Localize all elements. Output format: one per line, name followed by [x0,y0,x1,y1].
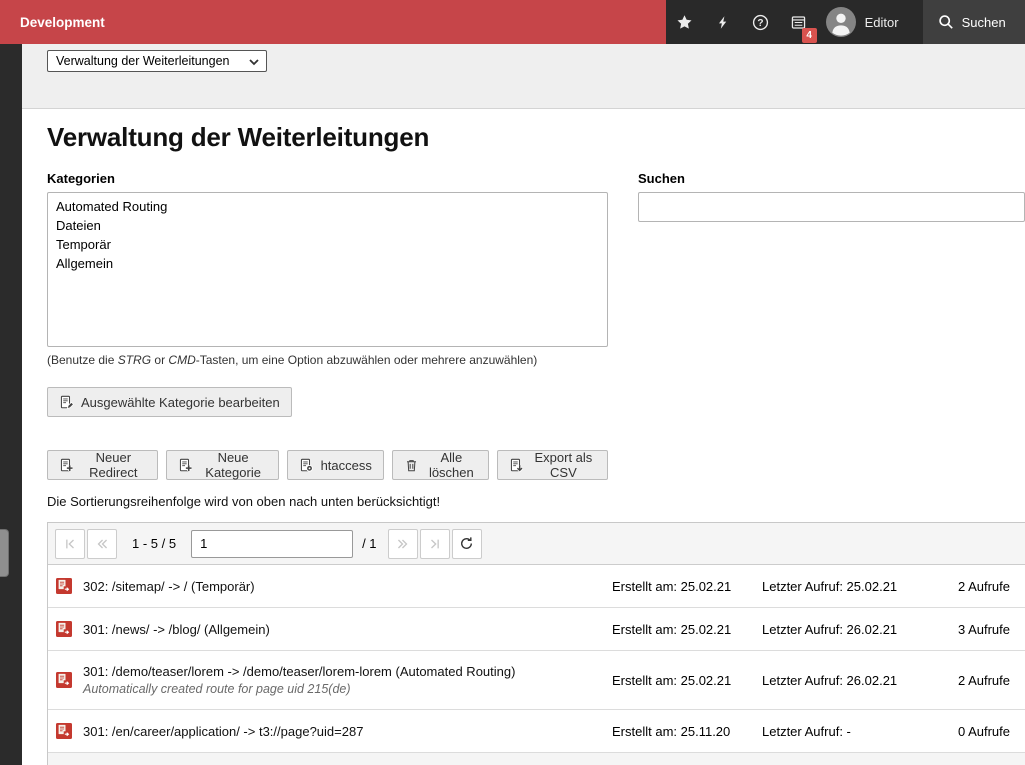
topbar-environment: Development [0,0,666,44]
last-call-date: Letzter Aufruf: 25.02.21 [762,579,942,594]
document-new-icon [178,458,193,473]
topbar-search-button[interactable]: Suchen [923,0,1025,44]
document-new-icon [59,458,74,473]
document-edit-icon [59,395,74,410]
redirect-search-input[interactable] [638,192,1025,222]
topbar-toolbar: ? 4 Editor [666,0,923,44]
hit-count: 0 Aufrufe [942,724,1010,739]
multiselect-hint: (Benutze die STRG or CMD-Tasten, um eine… [47,353,608,367]
notification-badge: 4 [802,28,817,43]
page-number-input[interactable] [191,530,353,558]
function-menu-value: Verwaltung der Weiterleitungen [56,54,230,68]
username-label: Editor [865,15,899,30]
last-page-button [420,529,450,559]
refresh-icon [459,536,474,551]
nav-expand-handle[interactable] [0,529,9,577]
category-option[interactable]: Dateien [48,216,607,235]
svg-text:?: ? [758,18,764,29]
help-icon: ? [752,14,769,31]
first-page-icon [63,537,77,551]
export-csv-button[interactable]: Export als CSV [497,450,608,480]
categories-label: Kategorien [47,171,608,186]
search-label: Suchen [638,171,1025,186]
star-icon [676,14,693,31]
new-redirect-button[interactable]: Neuer Redirect [47,450,158,480]
created-date: Erstellt am: 25.02.21 [612,579,762,594]
redirect-record-icon [56,672,72,688]
avatar [826,7,856,37]
last-call-date: Letzter Aufruf: 26.02.21 [762,622,942,637]
table-row[interactable]: 301: /en/career/application/ -> t3://pag… [48,710,1025,753]
chevron-down-icon [249,59,259,66]
htaccess-button[interactable]: htaccess [287,450,384,480]
clear-cache-button[interactable] [704,0,742,44]
hit-count: 2 Aufrufe [942,673,1010,688]
categories-listbox[interactable]: Automated Routing Dateien Temporär Allge… [47,192,608,347]
created-date: Erstellt am: 25.02.21 [612,622,762,637]
last-page-icon [428,537,442,551]
pagination-bar: 1 - 5 / 5 / 1 [48,523,1025,565]
hit-count: 2 Aufrufe [942,579,1010,594]
first-page-button [55,529,85,559]
document-view-icon [299,458,314,473]
table-row[interactable]: 301: /demo/teaser/lorem -> /demo/teaser/… [48,651,1025,710]
hit-count: 3 Aufrufe [942,622,1010,637]
next-page-button [388,529,418,559]
bottom-pagination-bar [48,753,1025,765]
sort-order-note: Die Sortierungsreihenfolge wird von oben… [47,494,608,509]
system-information-button[interactable]: 4 [780,0,818,44]
row-subtitle: Automatically created route for page uid… [83,682,612,696]
next-page-icon [396,537,410,551]
table-row[interactable]: 302: /sitemap/ -> / (Temporär) Erstellt … [48,565,1025,608]
nav-collapse-strip [0,44,22,765]
category-option[interactable]: Automated Routing [48,197,607,216]
redirect-record-icon [56,578,72,594]
bookmarks-button[interactable] [666,0,704,44]
redirect-list-panel: 1 - 5 / 5 / 1 302: /sitemap/ -> / (Tempo… [47,522,1025,765]
topbar: Development ? 4 Editor Suchen [0,0,1025,44]
filter-form: Kategorien Automated Routing Dateien Tem… [47,171,1025,509]
trash-icon [404,458,419,473]
bolt-icon [716,15,730,30]
search-icon [938,14,954,30]
category-option[interactable]: Allgemein [48,254,607,273]
refresh-button[interactable] [452,529,482,559]
environment-title: Development [20,15,105,30]
action-button-row: Neuer Redirect Neue Kategorie htaccess A… [47,450,608,480]
redirect-record-icon [56,621,72,637]
table-row[interactable]: 301: /news/ -> /blog/ (Allgemein) Erstel… [48,608,1025,651]
docheader: Verwaltung der Weiterleitungen [22,44,1025,109]
category-option[interactable]: Temporär [48,235,607,254]
module-body: Verwaltung der Weiterleitungen Kategorie… [22,109,1025,765]
created-date: Erstellt am: 25.02.21 [612,673,762,688]
delete-all-button[interactable]: Alle löschen [392,450,489,480]
help-button[interactable]: ? [742,0,780,44]
topbar-search-label: Suchen [962,15,1006,30]
redirect-record-icon [56,723,72,739]
prev-page-icon [95,537,109,551]
page-title: Verwaltung der Weiterleitungen [47,122,1025,153]
previous-page-button [87,529,117,559]
record-range-label: 1 - 5 / 5 [132,536,176,551]
new-category-button[interactable]: Neue Kategorie [166,450,279,480]
user-menu[interactable]: Editor [826,7,899,37]
last-call-date: Letzter Aufruf: 26.02.21 [762,673,942,688]
function-menu-select[interactable]: Verwaltung der Weiterleitungen [47,50,267,72]
edit-category-button[interactable]: Ausgewählte Kategorie bearbeiten [47,387,292,417]
total-pages-label: / 1 [362,536,376,551]
document-export-icon [509,458,524,473]
created-date: Erstellt am: 25.11.20 [612,724,762,739]
last-call-date: Letzter Aufruf: - [762,724,942,739]
